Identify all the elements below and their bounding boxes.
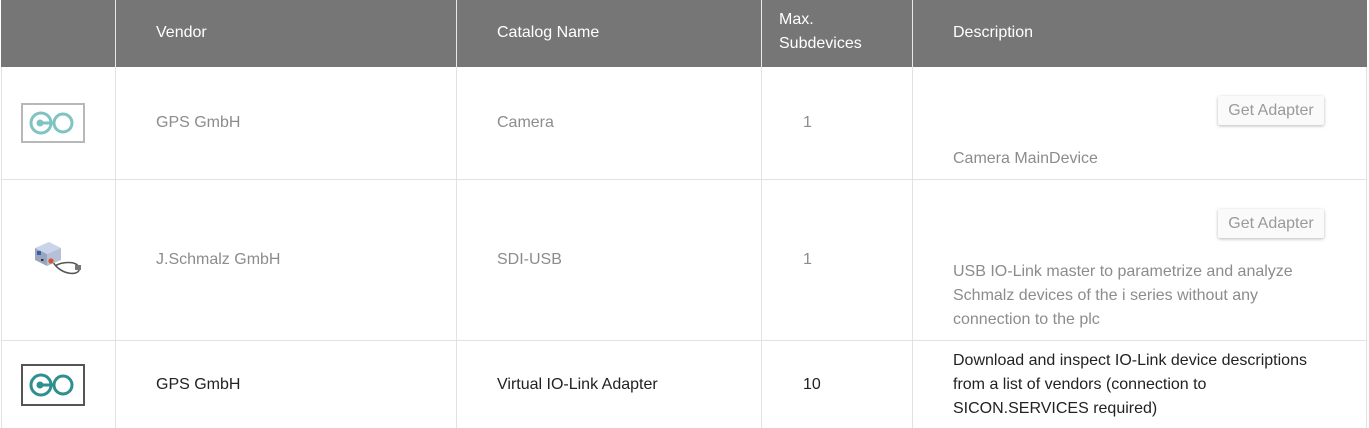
- row-divider: [1, 179, 1367, 180]
- adapter-table: Vendor Catalog Name Max. Subdevices Desc…: [0, 0, 1369, 428]
- description-line: Download and inspect IO-Link device desc…: [953, 352, 1307, 369]
- description-line: SICON.SERVICES required): [953, 400, 1158, 417]
- max-subdevices-cell: 1: [803, 114, 812, 131]
- column-header-vendor[interactable]: Vendor: [156, 21, 207, 45]
- catalog-name-cell: Virtual IO-Link Adapter: [497, 376, 658, 393]
- description-line: Schmalz devices of the i series without …: [953, 287, 1259, 304]
- row-divider: [1, 340, 1367, 341]
- description-cell: Camera MainDevice: [953, 150, 1098, 167]
- description-cell: USB IO-Link master to parametrize and an…: [953, 260, 1293, 332]
- vendor-cell: J.Schmalz GmbH: [156, 251, 281, 268]
- description-line: USB IO-Link master to parametrize and an…: [953, 263, 1293, 280]
- usb-adapter-icon: [35, 242, 81, 275]
- gps-logo-icon: [21, 364, 85, 406]
- vendor-cell: GPS GmbH: [156, 114, 241, 131]
- max-subdevices-cell: 10: [803, 376, 821, 393]
- gps-logo-icon: [21, 103, 85, 143]
- column-header-description[interactable]: Description: [953, 21, 1033, 45]
- column-header-max-subdevices[interactable]: Max. Subdevices: [779, 8, 862, 56]
- get-adapter-button[interactable]: Get Adapter: [1218, 96, 1324, 125]
- column-header-max-line1: Max.: [779, 11, 814, 28]
- catalog-name-cell: SDI-USB: [497, 251, 562, 268]
- grid-line: [1, 67, 2, 428]
- description-line: from a list of vendors (connection to: [953, 376, 1207, 393]
- get-adapter-button[interactable]: Get Adapter: [1218, 209, 1324, 238]
- vendor-cell: GPS GmbH: [156, 376, 241, 393]
- header-divider: [456, 0, 457, 67]
- description-cell: Download and inspect IO-Link device desc…: [953, 349, 1307, 421]
- max-subdevices-cell: 1: [803, 251, 812, 268]
- grid-line: [912, 67, 913, 428]
- column-header-catalog-name[interactable]: Catalog Name: [497, 21, 599, 45]
- grid-line: [1366, 67, 1367, 428]
- catalog-name-cell: Camera: [497, 114, 554, 131]
- description-line: connection to the plc: [953, 311, 1100, 328]
- grid-line: [456, 67, 457, 428]
- column-header-max-line2: Subdevices: [779, 35, 862, 52]
- header-divider: [912, 0, 913, 67]
- header-divider: [761, 0, 762, 67]
- grid-line: [761, 67, 762, 428]
- header-divider: [115, 0, 116, 67]
- grid-line: [115, 67, 116, 428]
